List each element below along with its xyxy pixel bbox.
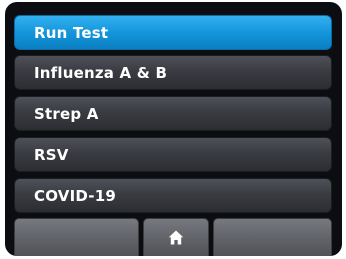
menu-item-label: Influenza A & B: [34, 63, 168, 82]
menu-item-label: Run Test: [34, 23, 109, 42]
right-soft-button[interactable]: [213, 218, 332, 256]
menu-item-covid-19[interactable]: COVID-19: [14, 178, 332, 213]
left-soft-button[interactable]: [14, 218, 139, 256]
menu-item-run-test[interactable]: Run Test: [14, 15, 332, 50]
home-button[interactable]: [143, 218, 209, 256]
menu-item-label: RSV: [34, 145, 69, 164]
home-icon: [168, 230, 184, 245]
menu-item-label: Strep A: [34, 104, 99, 123]
menu-item-strep-a[interactable]: Strep A: [14, 96, 332, 131]
device-screen: Run Test Influenza A & B Strep A RSV COV…: [5, 2, 342, 256]
bottom-button-bar: [14, 218, 332, 256]
menu-item-label: COVID-19: [34, 186, 116, 205]
menu-item-influenza-a-b[interactable]: Influenza A & B: [14, 55, 332, 90]
menu-item-rsv[interactable]: RSV: [14, 137, 332, 172]
